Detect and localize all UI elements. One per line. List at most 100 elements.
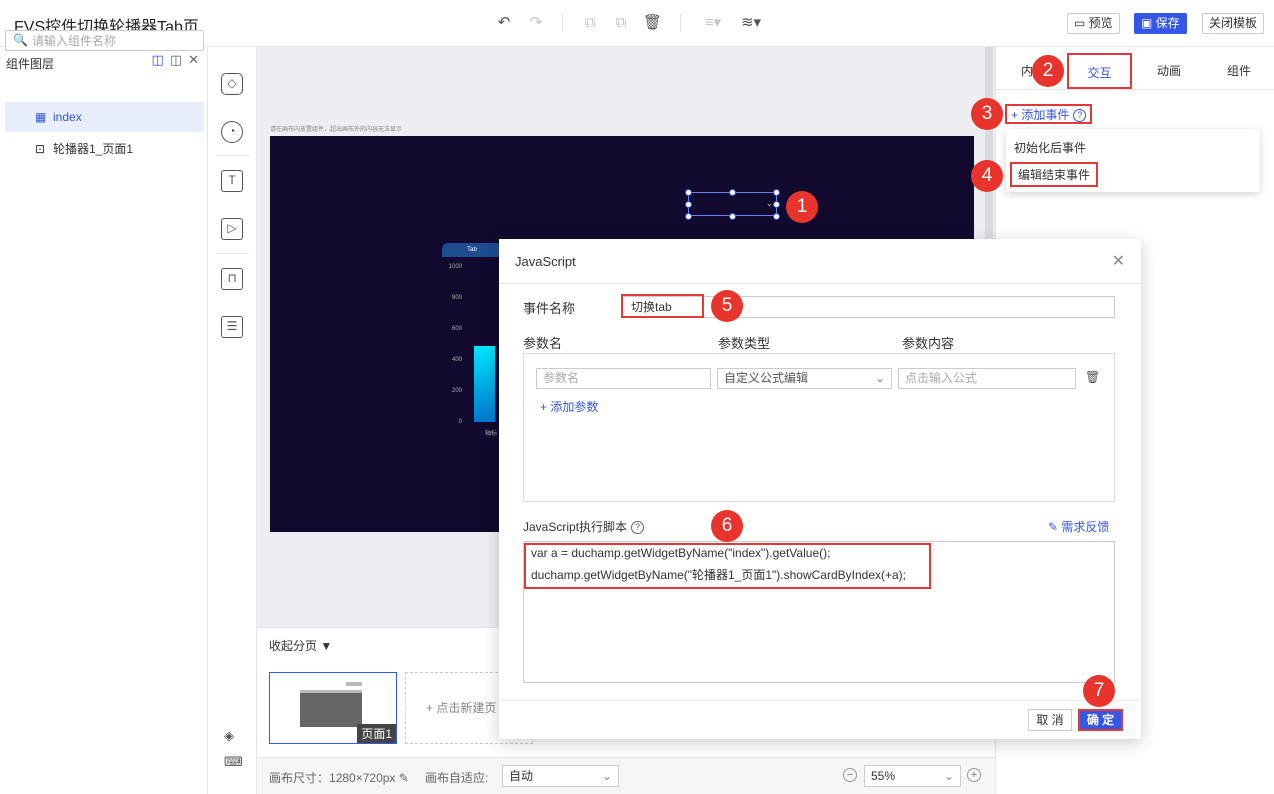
collapse-pages-toggle[interactable]: 收起分页 ▼: [269, 637, 332, 654]
text-icon[interactable]: T: [221, 170, 243, 192]
y-tick: 600: [451, 326, 462, 332]
resize-handle[interactable]: [729, 189, 736, 196]
plus-icon: +: [540, 400, 551, 414]
page-thumbnail[interactable]: 页面1: [269, 672, 397, 744]
chevron-down-icon: ⌄: [601, 769, 612, 783]
widget-icon: ▦: [35, 110, 47, 124]
plus-icon: +: [1011, 108, 1022, 122]
y-tick: 200: [451, 388, 462, 394]
event-name-label: 事件名称: [523, 301, 576, 316]
tab-animation[interactable]: 动画: [1136, 53, 1202, 89]
resize-handle[interactable]: [685, 213, 692, 220]
chart-bar: [474, 346, 495, 422]
event-type-dropdown: 初始化后事件 编辑结束事件: [1006, 129, 1260, 192]
strip-divider: [216, 155, 249, 156]
keyboard-icon[interactable]: ⌨: [224, 754, 243, 770]
tab-interaction[interactable]: 交互: [1067, 53, 1132, 89]
align-icon[interactable]: ≡▾: [700, 14, 726, 32]
trash-icon[interactable]: 🗑: [1085, 370, 1100, 384]
save-button[interactable]: ▣ 保存: [1134, 13, 1187, 34]
event-option-after-init[interactable]: 初始化后事件: [1014, 139, 1086, 156]
plus-icon: +: [426, 701, 437, 715]
bottom-bar: 画布尺寸：1280×720px ✎ 画布自适应: 自动 ⌄ − 55% ⌄ +: [257, 757, 995, 794]
page-label: 页面1: [357, 724, 396, 743]
edit-icon: ✎: [1048, 520, 1062, 534]
chart-pie-icon[interactable]: ◔: [221, 121, 243, 143]
list-view-icon[interactable]: ◫: [170, 52, 182, 67]
ok-button[interactable]: 确 定: [1078, 709, 1123, 731]
strip-divider: [216, 253, 249, 254]
event-name-highlight: [621, 294, 704, 318]
layer-search-input[interactable]: [5, 30, 204, 51]
close-icon[interactable]: ✕: [1112, 251, 1125, 271]
cancel-button[interactable]: 取 消: [1028, 709, 1072, 731]
param-name-input[interactable]: 参数名: [536, 368, 711, 389]
resize-handle[interactable]: [773, 213, 780, 220]
add-param-button[interactable]: + 添加参数: [540, 398, 598, 415]
resize-handle[interactable]: [685, 201, 692, 208]
script-highlight: [524, 543, 931, 589]
script-label: JavaScript执行脚本?: [523, 518, 645, 535]
y-tick: 1000: [448, 264, 462, 270]
step-badge-2: 2: [1032, 55, 1064, 87]
tab-underline: [996, 89, 1274, 90]
param-type-header: 参数类型: [718, 336, 771, 351]
y-tick: 0: [458, 419, 462, 425]
step-badge-6: 6: [711, 510, 743, 542]
canvas-hint: 请在画布内放置组件，超出画布外的内容无法显示: [270, 127, 403, 133]
form-icon[interactable]: ☰: [221, 316, 243, 338]
tab-component[interactable]: 组件: [1206, 53, 1272, 89]
add-event-button[interactable]: + 添加事件?: [1005, 104, 1093, 124]
search-icon: 🔍: [13, 33, 28, 47]
toolbar-divider: [562, 14, 563, 32]
param-content-input[interactable]: 点击输入公式: [898, 368, 1076, 389]
step-badge-3: 3: [971, 98, 1003, 130]
zoom-out-icon[interactable]: −: [843, 768, 857, 782]
close-template-button[interactable]: 关闭模板: [1202, 13, 1265, 34]
container-icon[interactable]: ⊓: [221, 268, 243, 290]
layer-item-carousel[interactable]: ⊡ 轮播器1_页面1: [5, 134, 204, 164]
cube-icon[interactable]: ◇: [221, 73, 243, 95]
fit-select[interactable]: 自动 ⌄: [502, 765, 619, 787]
step-badge-7: 7: [1083, 675, 1115, 707]
delete-icon[interactable]: 🗑: [643, 14, 662, 32]
preview-icon: ▭: [1074, 16, 1089, 30]
preview-button[interactable]: ▭ 预览: [1067, 13, 1120, 34]
event-option-edit-end[interactable]: 编辑结束事件: [1010, 162, 1099, 187]
layer-order-icon[interactable]: ≋▾: [738, 14, 764, 32]
toolbar-divider: [680, 14, 681, 32]
zoom-select[interactable]: 55% ⌄: [864, 765, 961, 787]
dialog-divider: [499, 283, 1141, 284]
step-badge-4: 4: [971, 160, 1003, 192]
edit-icon[interactable]: ✎: [399, 771, 409, 785]
redo-icon[interactable]: ↷: [527, 14, 545, 32]
dialog-title: JavaScript: [515, 254, 576, 269]
help-icon: ?: [631, 521, 645, 535]
component-toolbar: ◇ ◔ T ▷ ⊓ ☰: [208, 47, 257, 794]
tree-view-icon[interactable]: ◫: [152, 52, 164, 67]
param-content-header: 参数内容: [902, 336, 955, 351]
media-icon[interactable]: ▷: [221, 218, 243, 240]
help-icon: ?: [1073, 109, 1087, 123]
paste-icon[interactable]: ⧉: [612, 14, 630, 32]
zoom-in-icon[interactable]: +: [967, 768, 981, 782]
chevron-down-icon: ⌄: [874, 371, 885, 385]
resize-handle[interactable]: [773, 201, 780, 208]
layers-stack-icon[interactable]: ◈: [224, 728, 234, 744]
layer-item-index[interactable]: ▦ index: [5, 102, 204, 132]
resize-handle[interactable]: [773, 189, 780, 196]
canvas-size-label: 画布尺寸：1280×720px ✎: [269, 771, 409, 785]
chevron-down-icon: ⌄: [766, 199, 773, 208]
layers-title: 组件图层: [6, 57, 55, 71]
close-icon[interactable]: ✕: [188, 52, 199, 67]
chart-title: Tab: [442, 243, 502, 257]
feedback-link[interactable]: ✎ 需求反馈: [1048, 518, 1109, 535]
undo-icon[interactable]: ↶: [495, 14, 513, 32]
resize-handle[interactable]: [685, 189, 692, 196]
x-label: 轴标: [485, 431, 498, 437]
dialog-footer-divider: [499, 700, 1141, 701]
resize-handle[interactable]: [729, 213, 736, 220]
param-name-header: 参数名: [523, 336, 563, 351]
param-type-select[interactable]: 自定义公式编辑 ⌄: [717, 368, 892, 389]
copy-icon[interactable]: ⧉: [581, 14, 599, 32]
